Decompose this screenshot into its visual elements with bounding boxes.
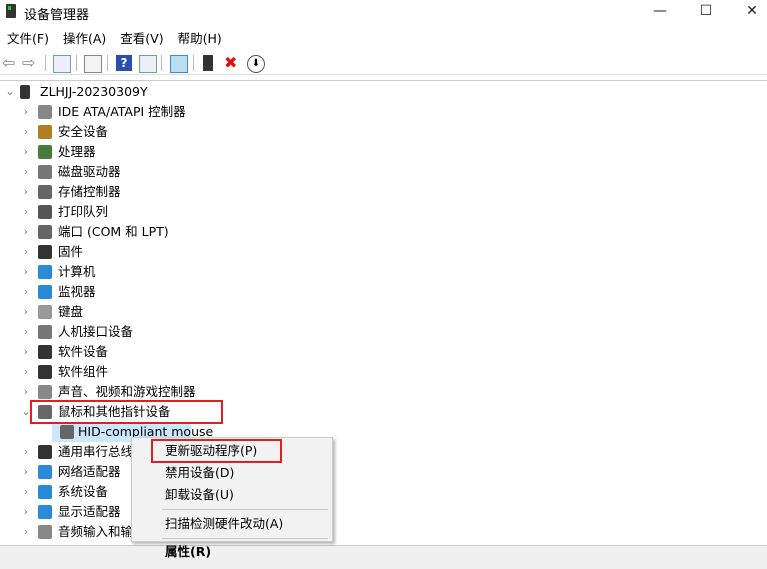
tree-item-label: 处理器 — [58, 144, 96, 159]
tree-root[interactable]: ⌄ ZLHJJ-20230309Y — [0, 82, 300, 102]
device-category-icon — [38, 125, 52, 139]
device-category-icon — [38, 145, 52, 159]
menu-file[interactable]: 文件(F) — [0, 29, 56, 49]
device-manager-icon — [6, 4, 16, 18]
chevron-right-icon[interactable]: › — [20, 122, 32, 142]
tree-item-label: 键盘 — [58, 304, 84, 319]
tree-root-label: ZLHJJ-20230309Y — [40, 84, 148, 99]
chevron-down-icon[interactable]: ⌄ — [4, 82, 16, 102]
tree-item-label: 固件 — [58, 244, 84, 259]
tree-item-label: IDE ATA/ATAPI 控制器 — [58, 104, 186, 119]
chevron-right-icon[interactable]: › — [20, 202, 32, 222]
minimize-button[interactable]: — — [637, 0, 683, 24]
chevron-right-icon[interactable]: › — [20, 162, 32, 182]
tree-item-label: 声音、视频和游戏控制器 — [58, 384, 196, 399]
window-title: 设备管理器 — [24, 8, 90, 23]
disable-icon[interactable]: ⬇ — [247, 55, 265, 73]
tree-item-label: 人机接口设备 — [58, 324, 134, 339]
device-category-icon — [38, 325, 52, 339]
chevron-right-icon[interactable]: › — [20, 442, 32, 462]
menu-item-scan-hardware[interactable]: 扫描检测硬件改动(A) — [165, 514, 283, 534]
device-category-icon — [38, 185, 52, 199]
highlight-mouse-category — [30, 400, 223, 424]
chevron-right-icon[interactable]: › — [20, 142, 32, 162]
uninstall-icon[interactable]: ✖ — [224, 55, 240, 71]
menu-action[interactable]: 操作(A) — [56, 29, 113, 49]
menu-view[interactable]: 查看(V) — [113, 29, 170, 49]
tree-item-label: 监视器 — [58, 284, 96, 299]
chevron-right-icon[interactable]: › — [20, 522, 32, 542]
tree-item-label: 软件设备 — [58, 344, 109, 359]
properties-icon[interactable] — [84, 55, 102, 73]
tree-item-label: 磁盘驱动器 — [58, 164, 121, 179]
tree-item-label: 安全设备 — [58, 124, 109, 139]
status-bar — [0, 545, 767, 569]
tree-item-label: 计算机 — [58, 264, 96, 279]
menu-item-properties[interactable]: 属性(R) — [165, 542, 211, 562]
maximize-button[interactable]: ☐ — [683, 0, 729, 24]
chevron-right-icon[interactable]: › — [20, 262, 32, 282]
device-category-icon — [38, 305, 52, 319]
highlight-update-driver — [151, 439, 282, 463]
tree-item-label: 打印队列 — [58, 204, 109, 219]
device-category-icon — [38, 365, 52, 379]
device-category-icon — [38, 485, 52, 499]
menu-separator — [162, 509, 328, 510]
device-category-icon — [38, 245, 52, 259]
device-category-icon — [60, 425, 74, 439]
chevron-right-icon[interactable]: › — [20, 342, 32, 362]
device-category-icon — [38, 105, 52, 119]
device-category-icon — [38, 265, 52, 279]
device-category-icon — [38, 345, 52, 359]
device-category-icon — [38, 525, 52, 539]
tree-item-label: 存储控制器 — [58, 184, 121, 199]
device-category-icon — [38, 225, 52, 239]
device-tree: ⌄ ZLHJJ-20230309Y › IDE ATA/ATAPI 控制器 › 安全设… — [0, 80, 767, 543]
toolbar: ⇦ ⇨ ? ✖ ⬇ — [0, 52, 767, 75]
computer-icon — [20, 85, 30, 99]
update-driver-icon[interactable] — [203, 55, 213, 71]
chevron-right-icon[interactable]: › — [20, 182, 32, 202]
chevron-right-icon[interactable]: › — [20, 462, 32, 482]
chevron-right-icon[interactable]: › — [20, 242, 32, 262]
tree-item-label: 软件组件 — [58, 364, 109, 379]
tree-item-label: 系统设备 — [58, 484, 109, 499]
tree-item-label: 端口 (COM 和 LPT) — [58, 224, 169, 239]
chevron-right-icon[interactable]: › — [20, 362, 32, 382]
chevron-right-icon[interactable]: › — [20, 482, 32, 502]
show-hide-console-tree-icon[interactable] — [53, 55, 71, 73]
device-category-icon — [38, 205, 52, 219]
back-icon[interactable]: ⇦ — [2, 55, 18, 71]
menu-item-uninstall-device[interactable]: 卸载设备(U) — [165, 485, 234, 505]
forward-icon[interactable]: ⇨ — [22, 55, 38, 71]
chevron-right-icon[interactable]: › — [20, 102, 32, 122]
device-category-icon — [38, 505, 52, 519]
menu-bar: 文件(F) 操作(A) 查看(V) 帮助(H) — [0, 29, 229, 49]
device-category-icon — [38, 465, 52, 479]
menu-item-disable-device[interactable]: 禁用设备(D) — [165, 463, 234, 483]
title-bar: 设备管理器 — ☐ ✕ — [0, 0, 767, 24]
chevron-right-icon[interactable]: › — [20, 282, 32, 302]
chevron-right-icon[interactable]: › — [20, 322, 32, 342]
action-pane-icon[interactable] — [139, 55, 157, 73]
device-category-icon — [38, 285, 52, 299]
chevron-right-icon[interactable]: › — [20, 302, 32, 322]
tree-item-label: 显示适配器 — [58, 504, 121, 519]
device-category-icon — [38, 165, 52, 179]
device-category-icon — [38, 385, 52, 399]
close-button[interactable]: ✕ — [729, 0, 767, 24]
chevron-right-icon[interactable]: › — [20, 502, 32, 522]
tree-item-label: 网络适配器 — [58, 464, 121, 479]
menu-separator — [162, 538, 328, 539]
help-icon[interactable]: ? — [116, 55, 132, 71]
chevron-right-icon[interactable]: › — [20, 382, 32, 402]
menu-help[interactable]: 帮助(H) — [171, 29, 229, 49]
device-category-icon — [38, 445, 52, 459]
chevron-right-icon[interactable]: › — [20, 222, 32, 242]
scan-hardware-icon[interactable] — [170, 55, 188, 73]
